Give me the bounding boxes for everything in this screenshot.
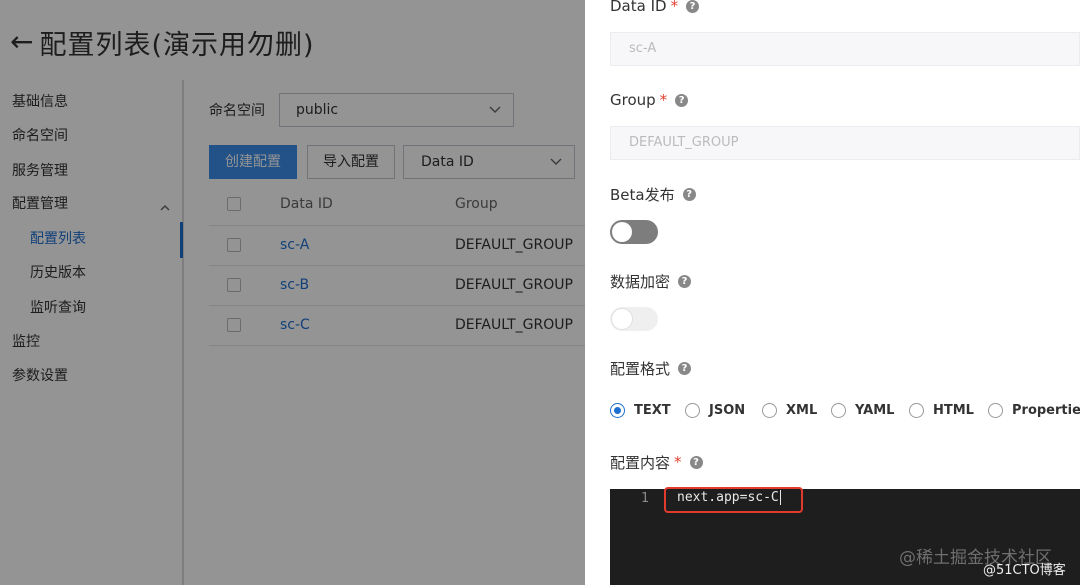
watermark-51cto: @51CTO博客 [983,563,1066,578]
encrypt-toggle[interactable] [610,307,658,331]
content-field-label: 配置内容 * ? [610,452,703,472]
format-radio-text[interactable]: TEXT [610,399,671,421]
help-icon[interactable]: ? [689,455,703,469]
help-icon[interactable]: ? [678,274,692,288]
required-mark: * [659,91,668,109]
code-line[interactable]: next.app=sc-C [677,490,781,505]
code-line-text: next.app=sc-C [677,490,779,505]
data-id-input-value: sc-A [629,41,657,56]
beta-toggle[interactable] [610,220,658,244]
format-radio-xml[interactable]: XML [762,399,817,421]
radio-icon [685,402,700,418]
help-icon[interactable]: ? [682,187,696,201]
modal-overlay[interactable] [0,0,585,585]
format-radio-yaml[interactable]: YAML [831,399,894,421]
beta-label-text: Beta发布 [610,185,675,204]
radio-icon [909,402,924,418]
content-label-text: 配置内容 [610,453,671,472]
radio-icon [988,402,1003,418]
required-mark: * [674,453,682,471]
format-radio-properties[interactable]: Properties [988,399,1080,421]
group-field-label: Group * ? [610,90,689,110]
radio-label: YAML [855,402,895,418]
radio-icon [831,402,846,418]
encrypt-field-label: 数据加密 ? [610,271,692,291]
text-caret [779,490,781,505]
toggle-knob [612,222,632,242]
radio-label: Properties [1012,402,1080,418]
group-input-value: DEFAULT_GROUP [629,135,739,150]
format-field-label: 配置格式 ? [610,358,692,378]
data-id-label-text: Data ID [610,0,667,15]
help-icon[interactable]: ? [675,93,689,107]
radio-icon [762,402,777,418]
radio-label: HTML [933,402,974,418]
format-radio-json[interactable]: JSON [685,399,745,421]
edit-config-drawer: Data ID * ? sc-A Group * ? DEFAULT_GROUP… [585,0,1080,585]
format-label-text: 配置格式 [610,359,671,378]
radio-label: TEXT [634,402,671,418]
group-label-text: Group [610,91,656,109]
format-radio-group: TEXT JSON XML YAML HTML Properties [610,399,1080,421]
radio-label: XML [786,402,818,418]
line-number: 1 [641,491,649,506]
encrypt-label-text: 数据加密 [610,272,671,291]
radio-label: JSON [709,402,746,418]
radio-checked-icon [610,402,625,418]
toggle-knob [612,309,632,329]
group-input[interactable]: DEFAULT_GROUP [610,126,1080,160]
required-mark: * [670,0,679,15]
format-radio-html[interactable]: HTML [909,399,974,421]
help-icon[interactable]: ? [686,0,700,13]
data-id-field-label: Data ID * ? [610,0,700,16]
beta-field-label: Beta发布 ? [610,184,696,204]
help-icon[interactable]: ? [678,361,692,375]
data-id-input[interactable]: sc-A [610,32,1080,66]
